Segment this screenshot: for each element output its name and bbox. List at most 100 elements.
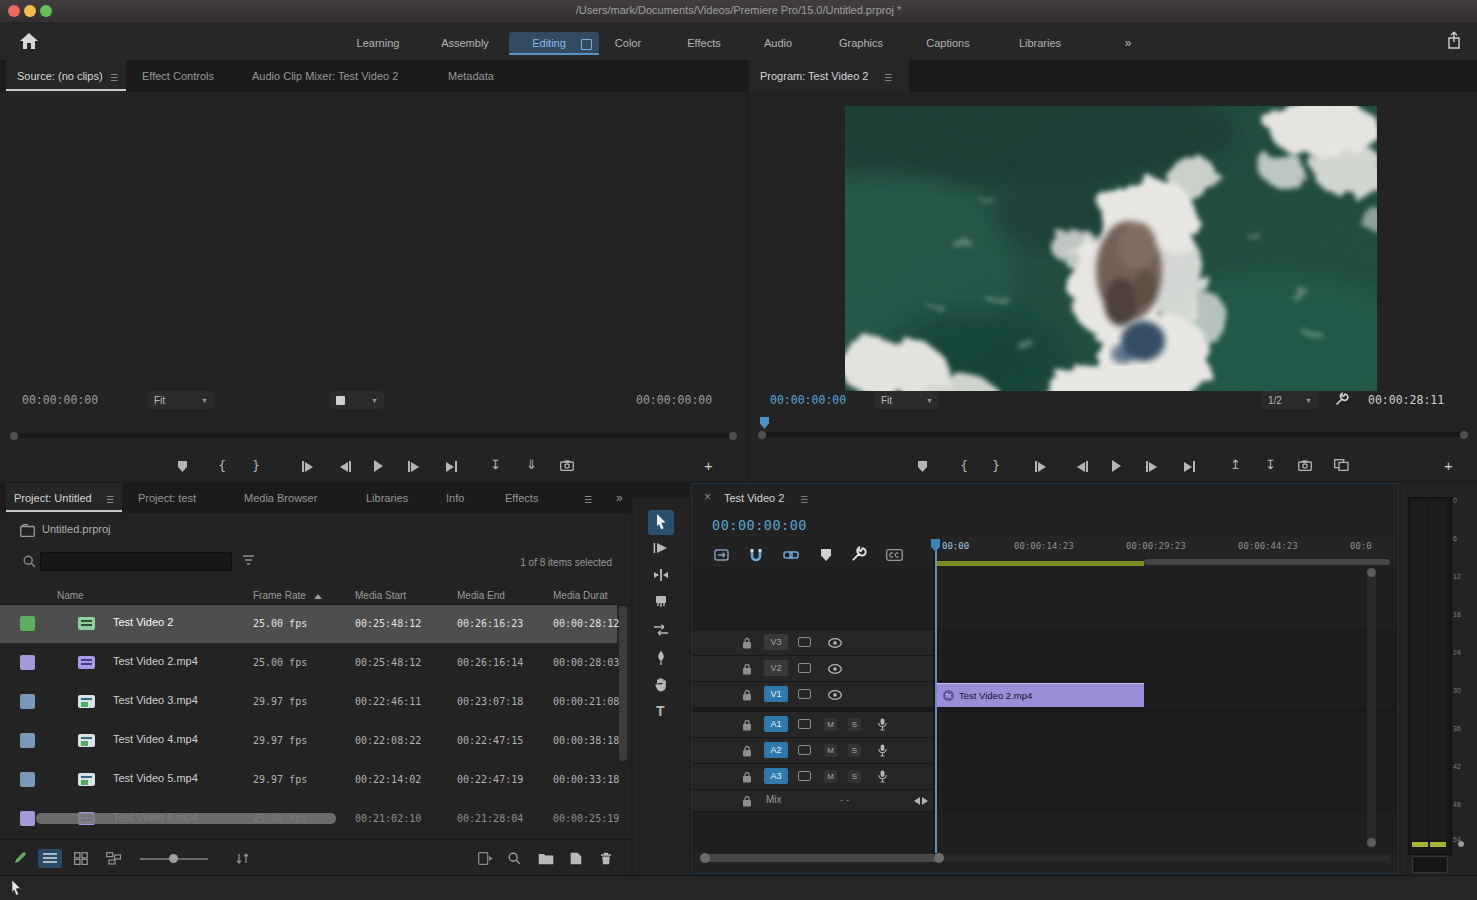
column-header-media-start[interactable]: Media Start [355, 590, 406, 601]
row-label-color[interactable] [20, 616, 35, 631]
workspace-tab-learning[interactable]: Learning [357, 37, 400, 49]
snap-magnet-icon[interactable] [749, 548, 763, 562]
row-label-color[interactable] [20, 811, 35, 826]
linked-selection-icon[interactable] [783, 548, 799, 562]
timeline-playhead-line[interactable] [935, 540, 937, 853]
tab-program[interactable]: Program: Test Video 2 [760, 70, 868, 82]
program-settings-wrench-icon[interactable] [1334, 392, 1349, 407]
track-select-forward-tool[interactable] [653, 541, 669, 555]
source-scrubber-left-handle[interactable] [10, 432, 18, 440]
sort-icons-button[interactable] [236, 852, 250, 865]
workspace-editing-menu-icon[interactable] [581, 39, 592, 50]
automate-to-sequence-button[interactable] [478, 852, 493, 865]
mute-button[interactable]: M [824, 718, 837, 731]
track-target-v2[interactable]: V2 [764, 660, 788, 676]
timeline-tab-menu-icon[interactable]: ☰ [800, 495, 808, 505]
timeline-settings-wrench-icon[interactable] [850, 546, 867, 563]
program-zoom-dropdown[interactable]: Fit▼ [875, 391, 939, 409]
workspace-tab-editing[interactable]: Editing [532, 37, 566, 49]
program-step-forward-button[interactable] [1146, 461, 1157, 472]
tab-project-test[interactable]: Project: test [138, 492, 196, 504]
row-name[interactable]: Test Video 4.mp4 [113, 733, 198, 745]
program-goto-out-button[interactable] [1184, 461, 1195, 472]
program-resolution-dropdown[interactable]: 1/2▼ [1262, 391, 1318, 409]
source-scrubber-right-handle[interactable] [729, 432, 737, 440]
source-export-frame-button[interactable] [560, 460, 574, 471]
row-name[interactable]: Test Video 2.mp4 [113, 655, 198, 667]
pen-tool[interactable] [655, 650, 667, 666]
solo-button[interactable]: S [848, 718, 861, 731]
workspace-tab-audio[interactable]: Audio [764, 37, 792, 49]
fit-sequence-icon[interactable] [914, 797, 928, 805]
mic-icon[interactable] [878, 770, 887, 783]
workspace-tab-color[interactable]: Color [615, 37, 641, 49]
track-output-eye-icon[interactable] [828, 638, 842, 648]
tab-project-untitled[interactable]: Project: Untitled [14, 492, 92, 504]
track-output-eye-icon[interactable] [828, 690, 842, 700]
track-output-eye-icon[interactable] [828, 664, 842, 674]
timeline-zoom-scrollbar[interactable] [1144, 559, 1390, 565]
program-extract-button[interactable]: ↧ [1265, 457, 1276, 472]
source-goto-out-button[interactable] [446, 461, 457, 472]
project-tab-overflow-icon[interactable]: » [616, 491, 623, 505]
workspace-tab-libraries[interactable]: Libraries [1019, 37, 1061, 49]
ripple-edit-tool[interactable] [653, 568, 669, 582]
program-add-marker-button[interactable] [918, 461, 927, 472]
column-header-name[interactable]: Name [57, 590, 84, 601]
table-row[interactable]: Test Video 5.mp4 29.97 fps 00:22:14:02 0… [0, 761, 631, 799]
column-header-frame-rate[interactable]: Frame Rate [253, 590, 306, 601]
timeline-vscrollbar-bottom-handle[interactable] [1367, 838, 1376, 847]
column-header-media-duration[interactable]: Media Durat [553, 590, 607, 601]
slip-tool[interactable] [653, 624, 669, 636]
sync-lock-icon[interactable] [798, 719, 811, 729]
program-step-back-button[interactable] [1077, 461, 1088, 472]
sync-lock-icon[interactable] [798, 663, 811, 673]
table-row[interactable]: Test Video 2.mp4 25.00 fps 00:25:48:12 0… [0, 644, 631, 682]
source-step-back-button[interactable] [340, 461, 351, 472]
mic-icon[interactable] [878, 718, 887, 731]
program-mark-in-button[interactable]: { [960, 458, 968, 473]
program-mark-out-button[interactable]: } [992, 458, 1000, 473]
icon-view-button[interactable] [74, 852, 88, 865]
timeline-vscrollbar-top-handle[interactable] [1367, 568, 1376, 577]
source-goto-in-button[interactable] [302, 461, 313, 472]
sync-lock-icon[interactable] [798, 689, 811, 699]
program-scrubber-left-handle[interactable] [758, 431, 766, 439]
timeline-hscrollbar-right-handle[interactable] [934, 853, 944, 863]
workspace-overflow-icon[interactable]: » [1125, 36, 1132, 50]
project-search-input[interactable] [40, 552, 232, 571]
program-tab-menu-icon[interactable]: ☰ [884, 73, 892, 83]
source-mark-out-button[interactable]: } [252, 458, 260, 473]
selection-tool[interactable] [654, 513, 668, 531]
row-label-color[interactable] [20, 694, 35, 709]
workspace-tab-effects[interactable]: Effects [687, 37, 720, 49]
project-panel-drawer-icon[interactable]: ☰ [584, 495, 592, 505]
source-overwrite-button[interactable]: ⇓ [526, 457, 537, 472]
table-row[interactable]: Test Video 4.mp4 29.97 fps 00:22:08:22 0… [0, 722, 631, 760]
program-goto-in-button[interactable] [1035, 461, 1046, 472]
table-row[interactable]: Test Video 2 25.00 fps 00:25:48:12 00:26… [0, 605, 631, 643]
type-tool[interactable]: T [656, 703, 665, 719]
row-name[interactable]: Test Video 5.mp4 [113, 772, 198, 784]
row-label-color[interactable] [20, 772, 35, 787]
track-target-a3[interactable]: A3 [764, 768, 788, 784]
track-target-v3[interactable]: V3 [764, 634, 788, 650]
project-hscrollbar-thumb[interactable] [36, 813, 336, 824]
row-name[interactable]: Test Video 3.mp4 [113, 694, 198, 706]
tab-timeline-sequence[interactable]: Test Video 2 [724, 492, 784, 504]
new-bin-button[interactable] [538, 852, 554, 865]
project-breadcrumb[interactable]: Untitled.prproj [42, 523, 110, 535]
home-icon[interactable] [19, 32, 39, 50]
tab-info[interactable]: Info [446, 492, 464, 504]
row-label-color[interactable] [20, 733, 35, 748]
program-play-button[interactable] [1112, 460, 1121, 472]
program-comparison-view-button[interactable] [1334, 459, 1349, 471]
hand-tool[interactable] [654, 677, 668, 692]
tab-effects[interactable]: Effects [505, 492, 538, 504]
source-play-button[interactable] [374, 460, 383, 472]
freeform-view-button[interactable] [106, 852, 121, 865]
track-target-v1[interactable]: V1 [764, 686, 788, 702]
timeline-ruler[interactable]: 00:00 00:00:14:23 00:00:29:23 00:00:44:2… [935, 537, 1397, 557]
tab-metadata[interactable]: Metadata [448, 70, 494, 82]
source-add-marker-button[interactable] [178, 461, 187, 472]
